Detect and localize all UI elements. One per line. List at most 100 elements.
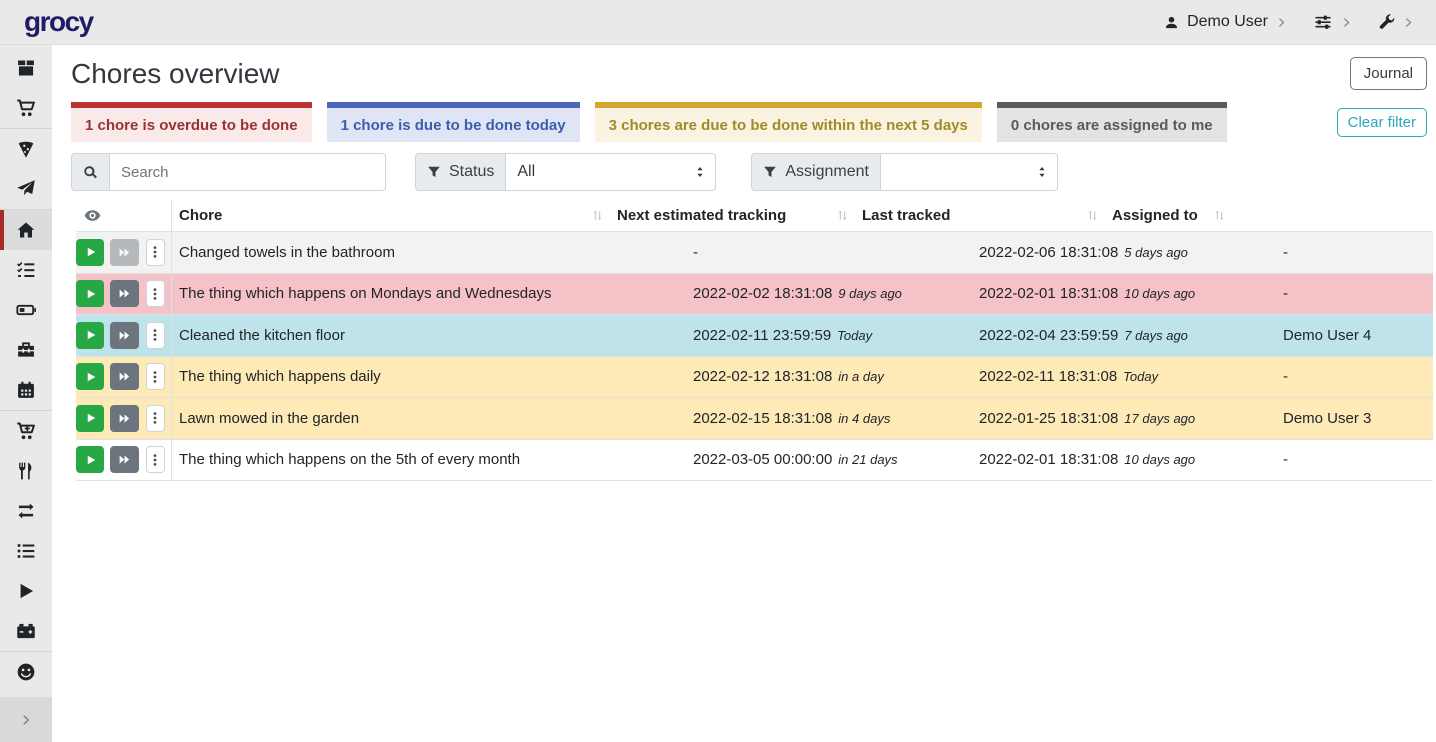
sidebar-group <box>0 410 52 651</box>
chores-table-header: Chore Next estimated tracking Last track… <box>76 200 1433 232</box>
last-tracked-date: 2022-02-06 18:31:08 <box>979 244 1118 261</box>
user-menu[interactable]: Demo User <box>1164 13 1287 31</box>
sidebar-item-battery-tracking[interactable] <box>0 611 52 651</box>
sidebar-collapse-toggle[interactable] <box>0 697 52 742</box>
sidebar-item-batteries-overview[interactable] <box>0 290 52 330</box>
skip-chore-button[interactable] <box>110 239 138 266</box>
sidebar-item-inventory[interactable] <box>0 531 52 571</box>
filter-icon <box>763 165 777 179</box>
ellipsis-v-icon <box>148 370 162 384</box>
filter-card-due-today[interactable]: 1 chore is due to be done today <box>327 102 580 142</box>
chore-row: The thing which happens on the 5th of ev… <box>76 440 1433 482</box>
track-chore-execution-button[interactable] <box>76 280 104 307</box>
filter-card-label: 3 chores are due to be done within the n… <box>609 117 968 134</box>
paper-plane-icon <box>16 179 36 199</box>
column-header-last-tracked[interactable]: Last tracked <box>855 200 1105 231</box>
page-title: Chores overview <box>71 58 280 90</box>
play-icon <box>85 454 97 466</box>
top-navbar: grocy Demo User <box>0 0 1436 45</box>
filter-card-overdue[interactable]: 1 chore is overdue to be done <box>71 102 312 142</box>
cart-icon <box>16 98 36 118</box>
chore-context-menu-button[interactable] <box>146 446 166 473</box>
sidebar-group <box>0 651 52 692</box>
next-tracking-date: 2022-03-05 00:00:00 <box>693 451 832 468</box>
skip-chore-button[interactable] <box>110 280 138 307</box>
next-tracking-date: 2022-02-12 18:31:08 <box>693 368 832 385</box>
sidebar-item-chore-tracking[interactable] <box>0 571 52 611</box>
ellipsis-v-icon <box>148 287 162 301</box>
chore-context-menu-button[interactable] <box>146 280 166 307</box>
search-input[interactable] <box>109 153 386 191</box>
skip-chore-button[interactable] <box>110 446 138 473</box>
column-header-next-estimated-tracking[interactable]: Next estimated tracking <box>610 200 855 231</box>
chore-context-menu-button[interactable] <box>146 322 166 349</box>
skip-chore-button[interactable] <box>110 363 138 390</box>
chore-context-menu-button[interactable] <box>146 239 166 266</box>
sidebar-item-shopping-list[interactable] <box>0 88 52 128</box>
next-estimated-tracking-cell: - <box>686 244 972 261</box>
next-tracking-relative: in 4 days <box>838 411 890 426</box>
track-chore-execution-button[interactable] <box>76 405 104 432</box>
last-tracked-cell: 2022-02-04 23:59:59 7 days ago <box>972 327 1276 344</box>
track-chore-execution-button[interactable] <box>76 322 104 349</box>
chores-table: Chore Next estimated tracking Last track… <box>76 200 1433 481</box>
skip-chore-button[interactable] <box>110 405 138 432</box>
chore-row-actions <box>76 315 172 356</box>
last-tracked-cell: 2022-02-06 18:31:08 5 days ago <box>972 244 1276 261</box>
sort-icon <box>1086 209 1099 222</box>
sidebar-item-user-entity[interactable] <box>0 652 52 692</box>
sidebar-item-equipment[interactable] <box>0 330 52 370</box>
sidebar-item-consume[interactable] <box>0 451 52 491</box>
sidebar-item-stock-overview[interactable] <box>0 48 52 88</box>
navbar-menus: Demo User <box>1164 13 1414 31</box>
filter-card-due-soon[interactable]: 3 chores are due to be done within the n… <box>595 102 982 142</box>
sidebar-group <box>0 128 52 209</box>
sidebar-item-calendar[interactable] <box>0 370 52 410</box>
track-chore-execution-button[interactable] <box>76 363 104 390</box>
user-name: Demo User <box>1187 13 1268 31</box>
next-tracking-date: - <box>693 244 698 261</box>
sidebar-item-transfer[interactable] <box>0 491 52 531</box>
journal-button[interactable]: Journal <box>1350 57 1427 90</box>
eye-icon <box>84 207 101 224</box>
filter-card-label: 1 chore is due to be done today <box>341 117 566 134</box>
sidebar-item-meal-plan[interactable] <box>0 169 52 209</box>
play-icon <box>85 329 97 341</box>
last-tracked-date: 2022-02-11 18:31:08 <box>979 368 1117 385</box>
column-header-assigned-to[interactable]: Assigned to <box>1105 200 1232 231</box>
person-icon <box>1164 15 1179 30</box>
sidebar-item-purchase[interactable] <box>0 411 52 451</box>
status-filter-value: All <box>517 163 535 181</box>
app-logo[interactable]: grocy <box>24 6 93 38</box>
column-header-chore[interactable]: Chore <box>172 200 610 231</box>
last-tracked-cell: 2022-02-01 18:31:08 10 days ago <box>972 285 1276 302</box>
chevron-right-icon <box>1341 17 1352 28</box>
battery-icon <box>16 300 36 320</box>
track-chore-execution-button[interactable] <box>76 239 104 266</box>
skip-chore-button[interactable] <box>110 322 138 349</box>
sidebar-item-tasks[interactable] <box>0 250 52 290</box>
clear-filter-button[interactable]: Clear filter <box>1337 108 1427 137</box>
sidebar-item-chores-overview[interactable] <box>0 210 52 250</box>
select-arrows-icon <box>1035 165 1049 179</box>
last-tracked-date: 2022-02-01 18:31:08 <box>979 451 1118 468</box>
play-icon <box>85 288 97 300</box>
sidebar-item-recipes[interactable] <box>0 129 52 169</box>
settings-menu[interactable] <box>1313 13 1352 31</box>
sidebar-group <box>0 209 52 410</box>
track-chore-execution-button[interactable] <box>76 446 104 473</box>
chevron-right-icon <box>20 714 32 726</box>
toolbox-icon <box>16 340 36 360</box>
last-tracked-relative: 10 days ago <box>1124 452 1195 467</box>
status-filter-select[interactable]: All <box>505 153 716 191</box>
chore-name: The thing which happens on the 5th of ev… <box>172 451 686 468</box>
next-tracking-relative: 9 days ago <box>838 286 902 301</box>
table-controls: Status All Assignment <box>71 153 1427 191</box>
forward-icon <box>118 287 131 300</box>
chore-context-menu-button[interactable] <box>146 363 166 390</box>
filter-card-assigned-to-me[interactable]: 0 chores are assigned to me <box>997 102 1227 142</box>
assignment-filter-select[interactable] <box>880 153 1058 191</box>
chore-context-menu-button[interactable] <box>146 405 166 432</box>
forward-icon <box>118 453 131 466</box>
admin-menu[interactable] <box>1378 14 1414 31</box>
